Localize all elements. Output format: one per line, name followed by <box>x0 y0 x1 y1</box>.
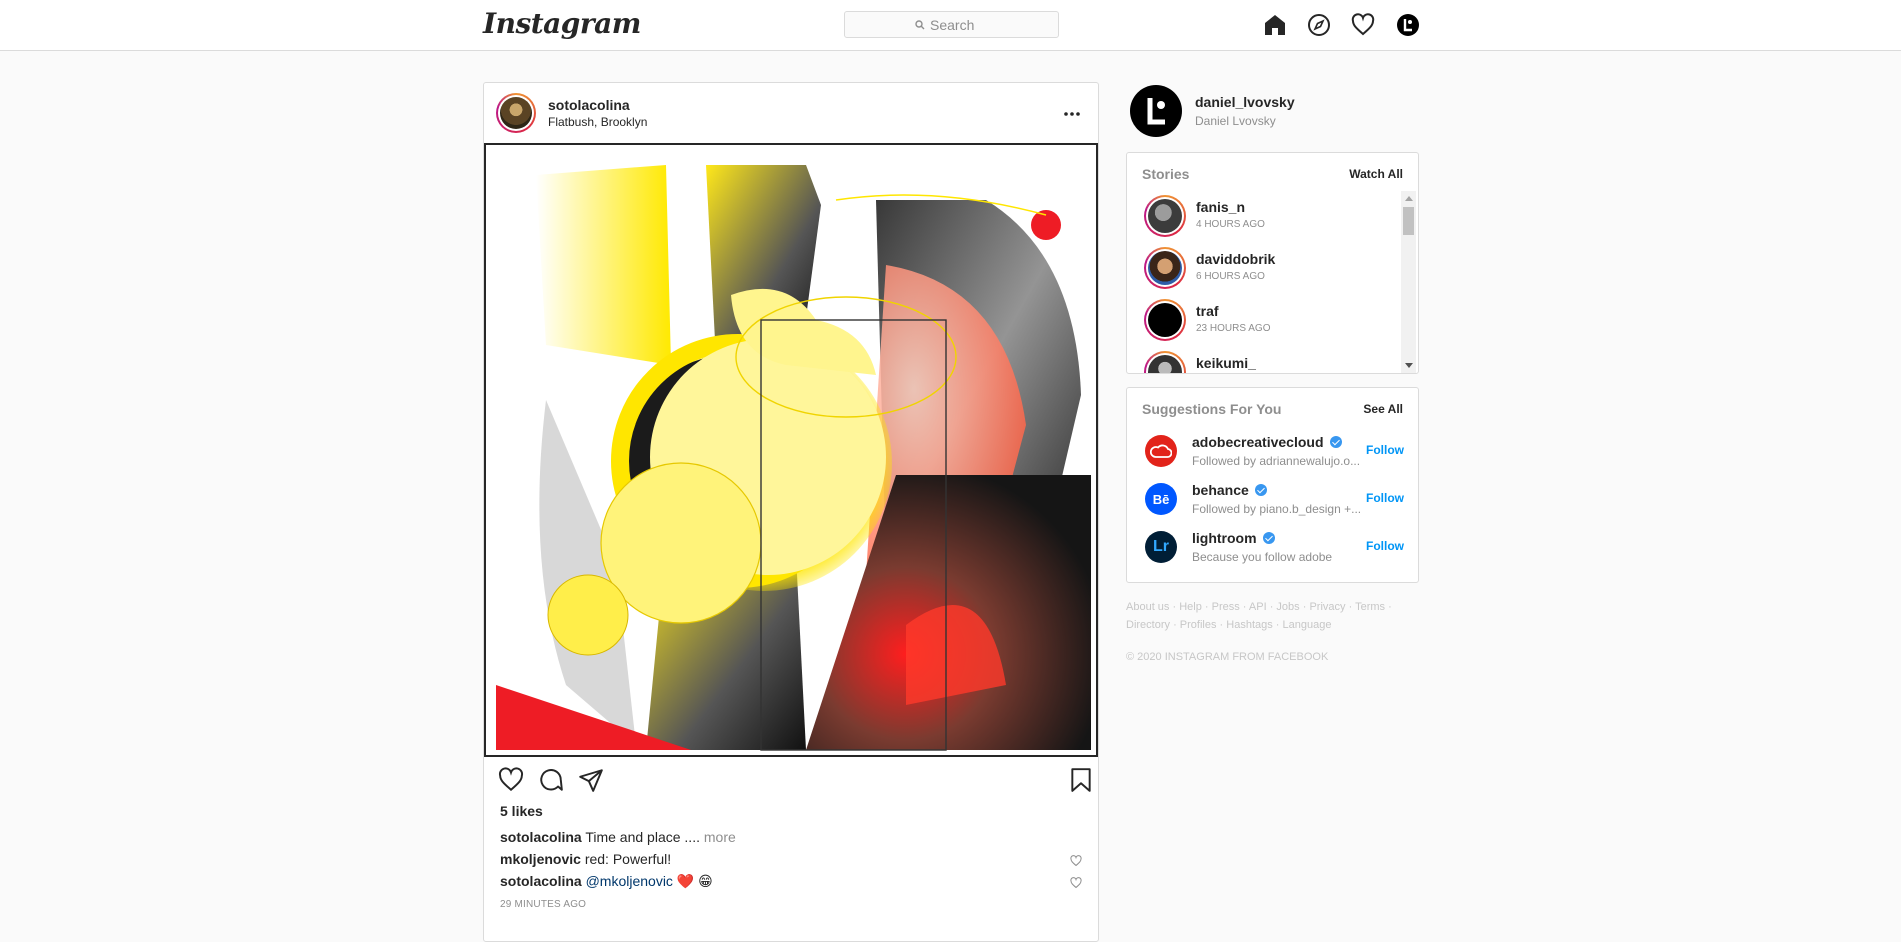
footer-link-about[interactable]: About us <box>1126 601 1169 613</box>
footer-link-privacy[interactable]: Privacy <box>1309 601 1345 613</box>
suggestions-panel: Suggestions For You See All adobecreativ… <box>1126 387 1419 583</box>
footer-link-language[interactable]: Language <box>1283 619 1332 631</box>
home-icon[interactable] <box>1263 13 1287 37</box>
suggestion-reason: Because you follow adobe <box>1192 550 1333 564</box>
profile-avatar-icon[interactable] <box>1396 13 1420 37</box>
scroll-up-arrow-icon[interactable] <box>1405 196 1413 201</box>
story-avatar <box>1144 299 1186 341</box>
footer-link-directory[interactable]: Directory <box>1126 619 1170 631</box>
footer-link-jobs[interactable]: Jobs <box>1276 601 1299 613</box>
follow-button[interactable]: Follow <box>1366 539 1404 553</box>
comment-text: red: Powerful! <box>584 851 672 867</box>
like-heart-icon[interactable] <box>498 767 524 793</box>
story-item[interactable]: fanis_n 4 HOURS AGO <box>1142 193 1397 239</box>
verified-badge-icon <box>1329 436 1342 448</box>
footer-link-api[interactable]: API <box>1249 601 1267 613</box>
suggestions-title: Suggestions For You <box>1142 401 1282 417</box>
comment-username[interactable]: sotolacolina <box>500 873 582 889</box>
stories-panel: Stories Watch All fanis_n 4 HOURS AGO da… <box>1126 152 1419 374</box>
story-time: 4 HOURS AGO <box>1196 219 1265 230</box>
feed-post: sotolacolina Flatbush, Brooklyn 5 likes … <box>483 82 1099 942</box>
story-item[interactable]: keikumi_ <box>1142 349 1397 373</box>
stories-scrollbar[interactable] <box>1401 191 1416 373</box>
story-time: 23 HOURS AGO <box>1196 323 1271 334</box>
story-item[interactable]: traf 23 HOURS AGO <box>1142 297 1397 343</box>
current-user-username[interactable]: daniel_lvovsky <box>1195 94 1295 110</box>
comment-emoji: ❤️ 😁 <box>676 873 713 889</box>
story-avatar <box>1144 351 1186 373</box>
likes-count[interactable]: 5 likes <box>500 803 543 819</box>
abstract-artwork <box>486 145 1096 755</box>
story-avatar <box>1144 247 1186 289</box>
footer-link-profiles[interactable]: Profiles <box>1180 619 1217 631</box>
comment-item: mkoljenovic red: Powerful! <box>500 851 671 867</box>
stories-title: Stories <box>1142 166 1190 182</box>
follow-button[interactable]: Follow <box>1366 443 1404 457</box>
follow-button[interactable]: Follow <box>1366 491 1404 505</box>
more-options-icon[interactable] <box>1062 107 1082 119</box>
story-username: keikumi_ <box>1196 355 1256 371</box>
suggestion-username[interactable]: adobecreativecloud <box>1192 434 1342 450</box>
story-username: daviddobrik <box>1196 251 1276 267</box>
footer-link-hashtags[interactable]: Hashtags <box>1226 619 1272 631</box>
story-avatar <box>1144 195 1186 237</box>
suggestion-item: adobecreativecloud Followed by adriannew… <box>1142 430 1407 474</box>
footer-link-terms[interactable]: Terms <box>1355 601 1385 613</box>
comment-item: sotolacolina @mkoljenovic ❤️ 😁 <box>500 873 713 890</box>
suggestion-username[interactable]: behance <box>1192 482 1267 498</box>
story-username: fanis_n <box>1196 199 1246 215</box>
lightroom-icon[interactable]: Lr <box>1145 531 1177 563</box>
activity-heart-icon[interactable] <box>1351 13 1375 37</box>
story-time: 6 HOURS AGO <box>1196 271 1265 282</box>
comment-like-heart-icon[interactable] <box>1070 876 1082 889</box>
search-box[interactable] <box>844 11 1059 38</box>
search-input[interactable] <box>930 16 988 33</box>
post-header: sotolacolina Flatbush, Brooklyn <box>484 83 1098 143</box>
suggestion-item: Lr lightroom Because you follow adobe Fo… <box>1142 526 1407 570</box>
behance-icon[interactable]: Bē <box>1145 483 1177 515</box>
post-timestamp[interactable]: 29 MINUTES AGO <box>500 899 586 910</box>
suggestion-username[interactable]: lightroom <box>1192 530 1275 546</box>
story-item[interactable]: daviddobrik 6 HOURS AGO <box>1142 245 1397 291</box>
search-icon <box>915 19 925 30</box>
save-bookmark-icon[interactable] <box>1068 767 1094 793</box>
copyright-text: © 2020 INSTAGRAM FROM FACEBOOK <box>1126 651 1329 663</box>
stories-list[interactable]: fanis_n 4 HOURS AGO daviddobrik 6 HOURS … <box>1127 191 1402 373</box>
caption-more-link[interactable]: more <box>704 829 736 845</box>
post-author-username[interactable]: sotolacolina <box>548 97 630 113</box>
share-direct-icon[interactable] <box>578 767 604 793</box>
suggestion-item: Bē behance Followed by piano.b_design +.… <box>1142 478 1407 522</box>
scroll-thumb[interactable] <box>1403 207 1414 235</box>
instagram-logo[interactable]: Instagram <box>483 7 641 40</box>
footer-link-press[interactable]: Press <box>1212 601 1240 613</box>
comment-like-heart-icon[interactable] <box>1070 854 1082 867</box>
comment-icon[interactable] <box>538 767 564 793</box>
suggestion-reason: Followed by adriannewalujo.o... <box>1192 454 1361 468</box>
see-all-link[interactable]: See All <box>1363 402 1403 416</box>
post-caption: sotolacolina Time and place .... more <box>500 829 736 845</box>
current-user-avatar[interactable] <box>1130 85 1182 137</box>
post-author-avatar[interactable] <box>496 93 536 133</box>
adobe-creative-cloud-icon[interactable] <box>1145 435 1177 467</box>
verified-badge-icon <box>1262 532 1275 544</box>
footer-link-help[interactable]: Help <box>1179 601 1202 613</box>
verified-badge-icon <box>1254 484 1267 496</box>
caption-username[interactable]: sotolacolina <box>500 829 582 845</box>
caption-text: Time and place .... <box>585 829 700 845</box>
explore-icon[interactable] <box>1307 13 1331 37</box>
current-user-fullname: Daniel Lvovsky <box>1195 114 1276 128</box>
scroll-down-arrow-icon[interactable] <box>1405 363 1413 368</box>
suggestion-reason: Followed by piano.b_design +... <box>1192 502 1362 516</box>
post-location[interactable]: Flatbush, Brooklyn <box>548 115 647 129</box>
watch-all-link[interactable]: Watch All <box>1349 167 1403 181</box>
footer-links: About us · Help · Press · API · Jobs · P… <box>1126 601 1392 631</box>
post-image[interactable] <box>484 143 1098 757</box>
story-username: traf <box>1196 303 1219 319</box>
comment-mention[interactable]: @mkoljenovic <box>586 873 673 889</box>
comment-username[interactable]: mkoljenovic <box>500 851 581 867</box>
top-navigation-bar: Instagram <box>0 0 1901 51</box>
